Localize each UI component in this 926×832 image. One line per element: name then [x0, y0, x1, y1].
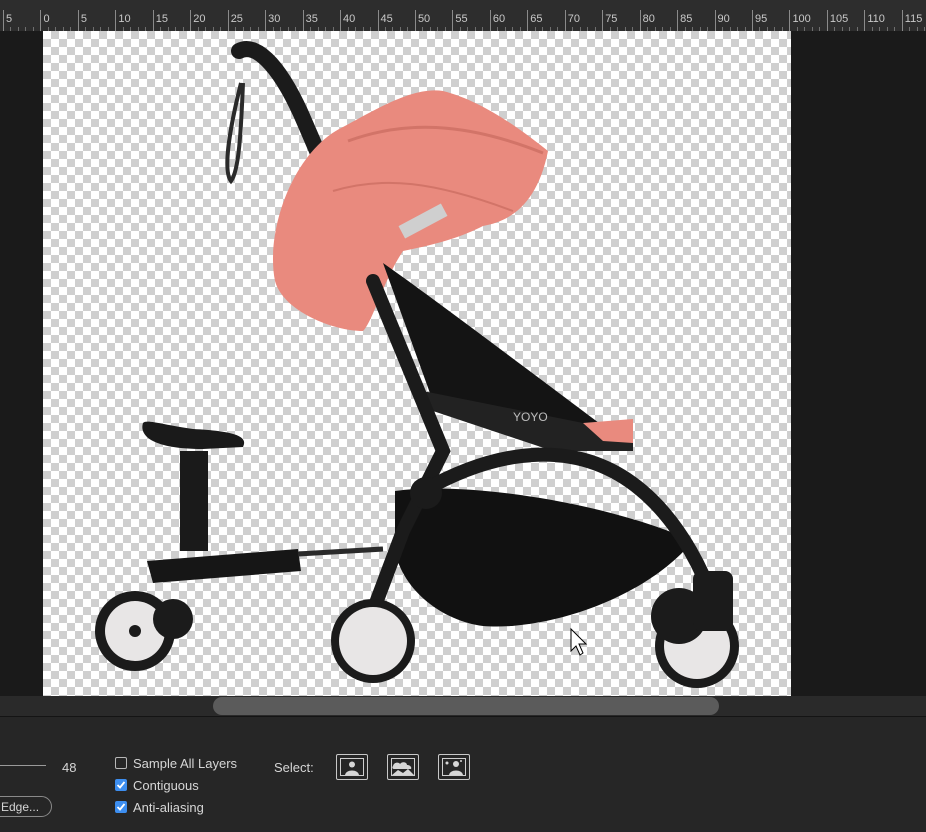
anti-aliasing-label: Anti-aliasing: [133, 799, 204, 815]
tolerance-slider[interactable]: [0, 765, 46, 766]
ruler-label: 35: [305, 13, 318, 25]
anti-aliasing-checkbox[interactable]: [115, 801, 127, 813]
horizontal-ruler[interactable]: 5 0 5 10 15 20 25 30 35 40 45 50 55 60 65 70 75 80 85 90 95 1…: [0, 0, 926, 32]
select-people-button[interactable]: [438, 754, 470, 780]
sample-all-layers-row[interactable]: Sample All Layers: [115, 754, 237, 772]
sky-select-icon: [391, 758, 415, 776]
document-canvas[interactable]: YOYO: [43, 31, 791, 696]
ruler-label: 90: [717, 13, 730, 25]
refine-edge-button[interactable]: Edge...: [0, 796, 52, 817]
wheel-left: [95, 591, 193, 671]
sample-all-layers-checkbox[interactable]: [115, 757, 127, 769]
stroller-brand-text: YOYO: [513, 410, 548, 424]
ruler-label: 15: [155, 13, 169, 25]
horizontal-scrollbar[interactable]: [0, 696, 926, 716]
ruler-label: 75: [605, 13, 618, 25]
ruler-major-tick: [901, 10, 903, 31]
ruler-major-tick: [377, 10, 379, 31]
ruler-major-tick: [190, 10, 192, 31]
ruler-label: 0: [43, 13, 50, 25]
contiguous-label: Contiguous: [133, 777, 199, 793]
ruler-label: 70: [567, 13, 580, 25]
tool-options-panel: 48 Edge... Sample All Layers Contiguous …: [0, 716, 926, 832]
ruler-major-tick: [527, 10, 529, 31]
contiguous-checkbox[interactable]: [115, 779, 127, 791]
ruler-label: 105: [829, 13, 849, 25]
ruler-label: 30: [268, 13, 281, 25]
ruler-major-tick: [340, 10, 342, 31]
ruler-major-tick: [752, 10, 753, 31]
ruler-label: 55: [455, 13, 468, 25]
subject-select-icon: [340, 758, 364, 776]
ruler-major-tick: [265, 10, 267, 31]
ruler-label: 85: [680, 13, 693, 25]
ruler-major-tick: [40, 10, 42, 31]
people-select-icon: [442, 758, 466, 776]
ruler-major-tick: [489, 10, 491, 31]
anti-aliasing-row[interactable]: Anti-aliasing: [115, 798, 204, 816]
ruler-major-tick: [302, 10, 304, 31]
ruler-label: 65: [530, 13, 543, 25]
ruler-label: 40: [343, 13, 356, 25]
ruler-major-tick: [3, 10, 4, 31]
ruler-major-tick: [564, 10, 566, 31]
ruler-major-tick: [602, 10, 604, 31]
contiguous-row[interactable]: Contiguous: [115, 776, 199, 794]
ruler-label: 5: [80, 13, 88, 25]
ruler-label: 110: [867, 13, 885, 25]
ruler-label: 95: [755, 13, 768, 25]
wheel-right: [651, 571, 739, 688]
ruler-major-tick: [152, 10, 154, 31]
ruler-major-tick: [789, 10, 791, 31]
ruler-label: 60: [492, 13, 506, 25]
ruler-major-tick: [677, 10, 679, 31]
ruler-label: 25: [230, 13, 243, 25]
ruler-major-tick: [227, 10, 229, 31]
canvas-area[interactable]: YOYO: [0, 31, 926, 696]
ruler-label: 5: [6, 13, 13, 25]
select-sky-button[interactable]: [387, 754, 419, 780]
ruler-label: 10: [118, 13, 131, 25]
select-label: Select:: [274, 760, 314, 775]
ruler-major-tick: [77, 10, 79, 31]
ruler-major-tick: [714, 10, 716, 31]
mouse-pointer-icon: [570, 627, 588, 656]
scrollbar-thumb[interactable]: [213, 697, 719, 715]
ruler-label: 80: [642, 13, 655, 25]
ruler-label: 50: [417, 13, 431, 25]
stroller-image: YOYO: [95, 41, 739, 688]
wheel-middle: [331, 599, 415, 683]
ruler-major-tick: [452, 10, 454, 31]
tolerance-value[interactable]: 48: [62, 760, 76, 775]
ruler-label: 115: [904, 13, 923, 25]
ruler-major-tick: [414, 10, 416, 31]
ruler-label: 45: [380, 13, 393, 25]
select-subject-button[interactable]: [336, 754, 368, 780]
ruler-major-tick: [115, 10, 117, 31]
ruler-major-tick: [826, 10, 828, 31]
ruler-label: 100: [792, 13, 811, 25]
ruler-major-tick: [864, 10, 866, 31]
ruler-major-tick: [639, 10, 641, 31]
ruler-label: 20: [193, 13, 206, 25]
sample-all-layers-label: Sample All Layers: [133, 755, 238, 771]
